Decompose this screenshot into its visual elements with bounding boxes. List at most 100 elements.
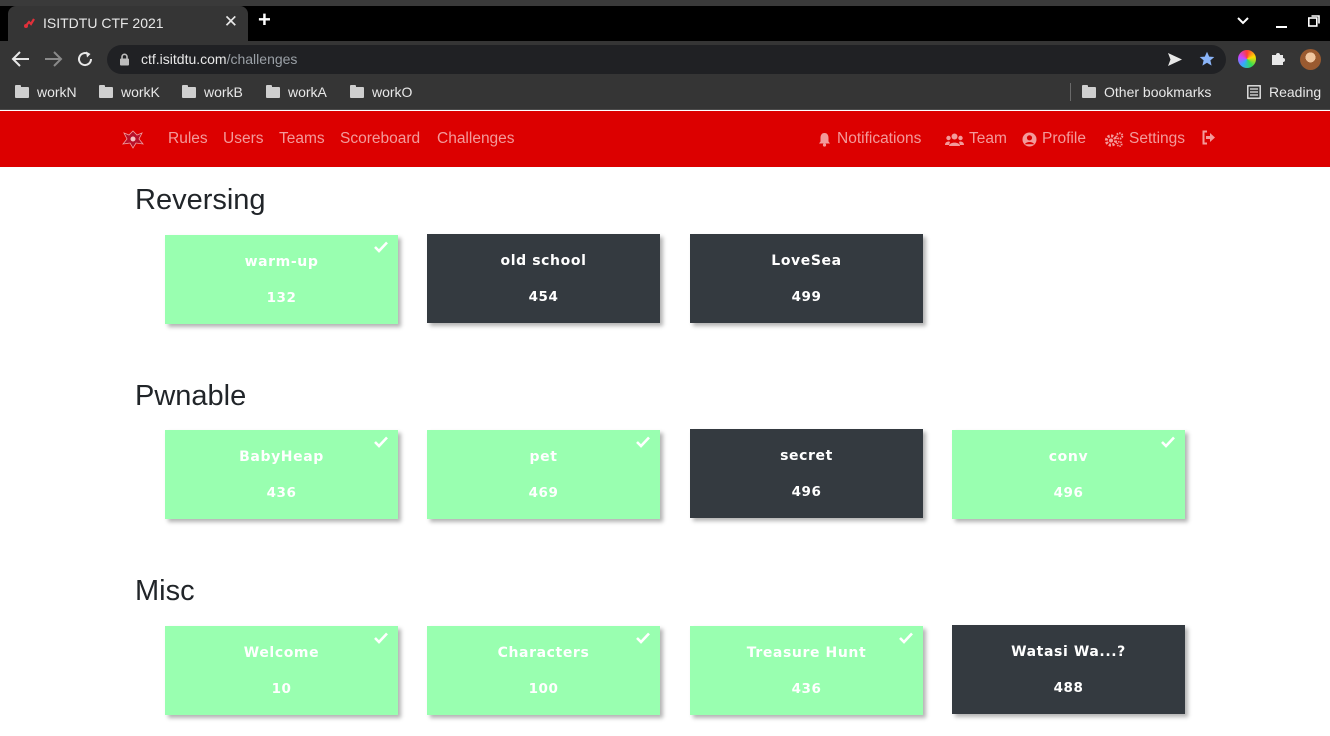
solved-check-icon (899, 632, 913, 644)
folder-icon (350, 84, 364, 98)
tab-search-chevron-icon[interactable] (1237, 16, 1249, 26)
nav-users[interactable]: Users (223, 130, 263, 148)
other-bookmarks[interactable]: Other bookmarks (1082, 84, 1211, 100)
profile-avatar[interactable] (1300, 49, 1321, 70)
challenge-points: 436 (266, 485, 297, 501)
challenge-name: Treasure Hunt (746, 645, 867, 661)
nav-teams[interactable]: Teams (279, 130, 325, 148)
challenge-points: 488 (1053, 680, 1084, 696)
solved-check-icon (636, 436, 650, 448)
bookmark-label: workK (121, 84, 160, 100)
folder-icon (15, 84, 29, 98)
tab-close-icon[interactable]: ✕ (224, 12, 238, 32)
category-heading: Pwnable (135, 380, 247, 412)
challenge-name: old school (500, 253, 587, 269)
challenge-points: 469 (528, 485, 559, 501)
restore-icon[interactable] (1308, 15, 1320, 27)
bookmarks-divider (1070, 83, 1071, 101)
back-arrow-icon[interactable] (11, 50, 31, 68)
challenge-name: Watasi Wa...? (1011, 644, 1126, 660)
challenge-card[interactable]: BabyHeap 436 (165, 430, 398, 519)
nav-scoreboard[interactable]: Scoreboard (340, 130, 420, 148)
bookmark-folder[interactable]: workN (15, 84, 77, 100)
challenge-points: 132 (266, 290, 297, 306)
nav-settings[interactable]: Settings (1104, 130, 1185, 148)
challenge-card[interactable]: LoveSea 499 (690, 234, 923, 323)
challenge-card[interactable]: secret 496 (690, 429, 923, 518)
challenge-name: LoveSea (771, 253, 842, 269)
folder-icon (182, 84, 196, 98)
solved-check-icon (374, 436, 388, 448)
challenge-name: conv (1048, 449, 1089, 465)
site-favicon-icon (24, 18, 35, 28)
address-bar[interactable]: ctf.isitdtu.com/challenges (107, 45, 1226, 74)
challenge-points: 454 (528, 289, 559, 305)
challenge-card[interactable]: Watasi Wa...? 488 (952, 625, 1185, 714)
new-tab-icon[interactable]: + (258, 9, 271, 31)
browser-toolbar: ctf.isitdtu.com/challenges (0, 41, 1330, 78)
solved-check-icon (1161, 436, 1175, 448)
folder-icon (266, 84, 280, 98)
tab-title: ISITDTU CTF 2021 (43, 15, 164, 31)
bookmark-label: workA (288, 84, 327, 100)
extensions-puzzle-icon[interactable] (1270, 50, 1287, 67)
bookmark-star-icon[interactable] (1199, 51, 1215, 67)
cogs-icon (1104, 131, 1124, 147)
reload-icon[interactable] (76, 50, 94, 68)
bookmark-folder[interactable]: workA (266, 84, 327, 100)
category-heading: Reversing (135, 184, 266, 216)
folder-icon (1082, 84, 1096, 98)
nav-logout[interactable] (1201, 130, 1216, 145)
folder-icon (99, 84, 113, 98)
challenge-card[interactable]: Treasure Hunt 436 (690, 626, 923, 715)
challenge-card[interactable]: conv 496 (952, 430, 1185, 519)
lock-icon[interactable] (119, 53, 130, 66)
challenge-name: Welcome (243, 645, 320, 661)
nav-profile[interactable]: Profile (1022, 130, 1086, 148)
nav-team[interactable]: Team (945, 130, 1007, 148)
challenge-card[interactable]: old school 454 (427, 234, 660, 323)
reading-list-label: Reading (1269, 84, 1322, 100)
browser-tab[interactable]: ISITDTU CTF 2021 ✕ (8, 6, 248, 41)
challenge-name: Characters (497, 645, 590, 661)
solved-check-icon (374, 241, 388, 253)
challenge-card[interactable]: Characters 100 (427, 626, 660, 715)
forward-arrow-icon[interactable] (43, 50, 63, 68)
logout-icon (1202, 130, 1215, 145)
bookmarks-bar: workN workK workB workA workO Other book… (0, 78, 1330, 110)
challenge-points: 100 (528, 681, 559, 697)
nav-challenges[interactable]: Challenges (437, 130, 515, 148)
ctf-logo-icon[interactable] (121, 128, 145, 150)
nav-rules[interactable]: Rules (168, 130, 208, 148)
challenge-card[interactable]: warm-up 132 (165, 235, 398, 324)
nav-team-label: Team (969, 130, 1007, 147)
other-bookmarks-label: Other bookmarks (1104, 84, 1212, 100)
challenge-name: BabyHeap (239, 449, 324, 465)
nav-settings-label: Settings (1129, 130, 1186, 147)
bookmark-label: workO (372, 84, 413, 100)
challenge-points: 496 (791, 484, 822, 500)
challenge-points: 499 (791, 289, 822, 305)
send-tab-icon[interactable] (1167, 52, 1183, 67)
users-icon (945, 133, 964, 146)
bookmark-folder[interactable]: workO (350, 84, 412, 100)
bookmark-folder[interactable]: workB (182, 84, 243, 100)
challenge-name: secret (780, 448, 833, 464)
url-host: ctf.isitdtu.com (141, 51, 227, 67)
challenge-card[interactable]: Welcome 10 (165, 626, 398, 715)
challenge-name: pet (529, 449, 558, 465)
challenge-points: 496 (1053, 485, 1084, 501)
nav-notifications-label: Notifications (837, 130, 922, 147)
nav-notifications[interactable]: Notifications (817, 130, 921, 148)
bookmark-folder[interactable]: workK (99, 84, 160, 100)
category-heading: Misc (135, 575, 195, 607)
reading-list[interactable]: Reading (1247, 84, 1321, 100)
minimize-icon[interactable] (1276, 14, 1288, 28)
bookmark-label: workB (204, 84, 243, 100)
site-navbar: Rules Users Teams Scoreboard Challenges … (0, 111, 1330, 167)
url-text: ctf.isitdtu.com/challenges (141, 51, 297, 67)
challenge-name: warm-up (244, 254, 319, 270)
challenge-card[interactable]: pet 469 (427, 430, 660, 519)
challenge-points: 436 (791, 681, 822, 697)
color-extension-icon[interactable] (1238, 50, 1256, 68)
